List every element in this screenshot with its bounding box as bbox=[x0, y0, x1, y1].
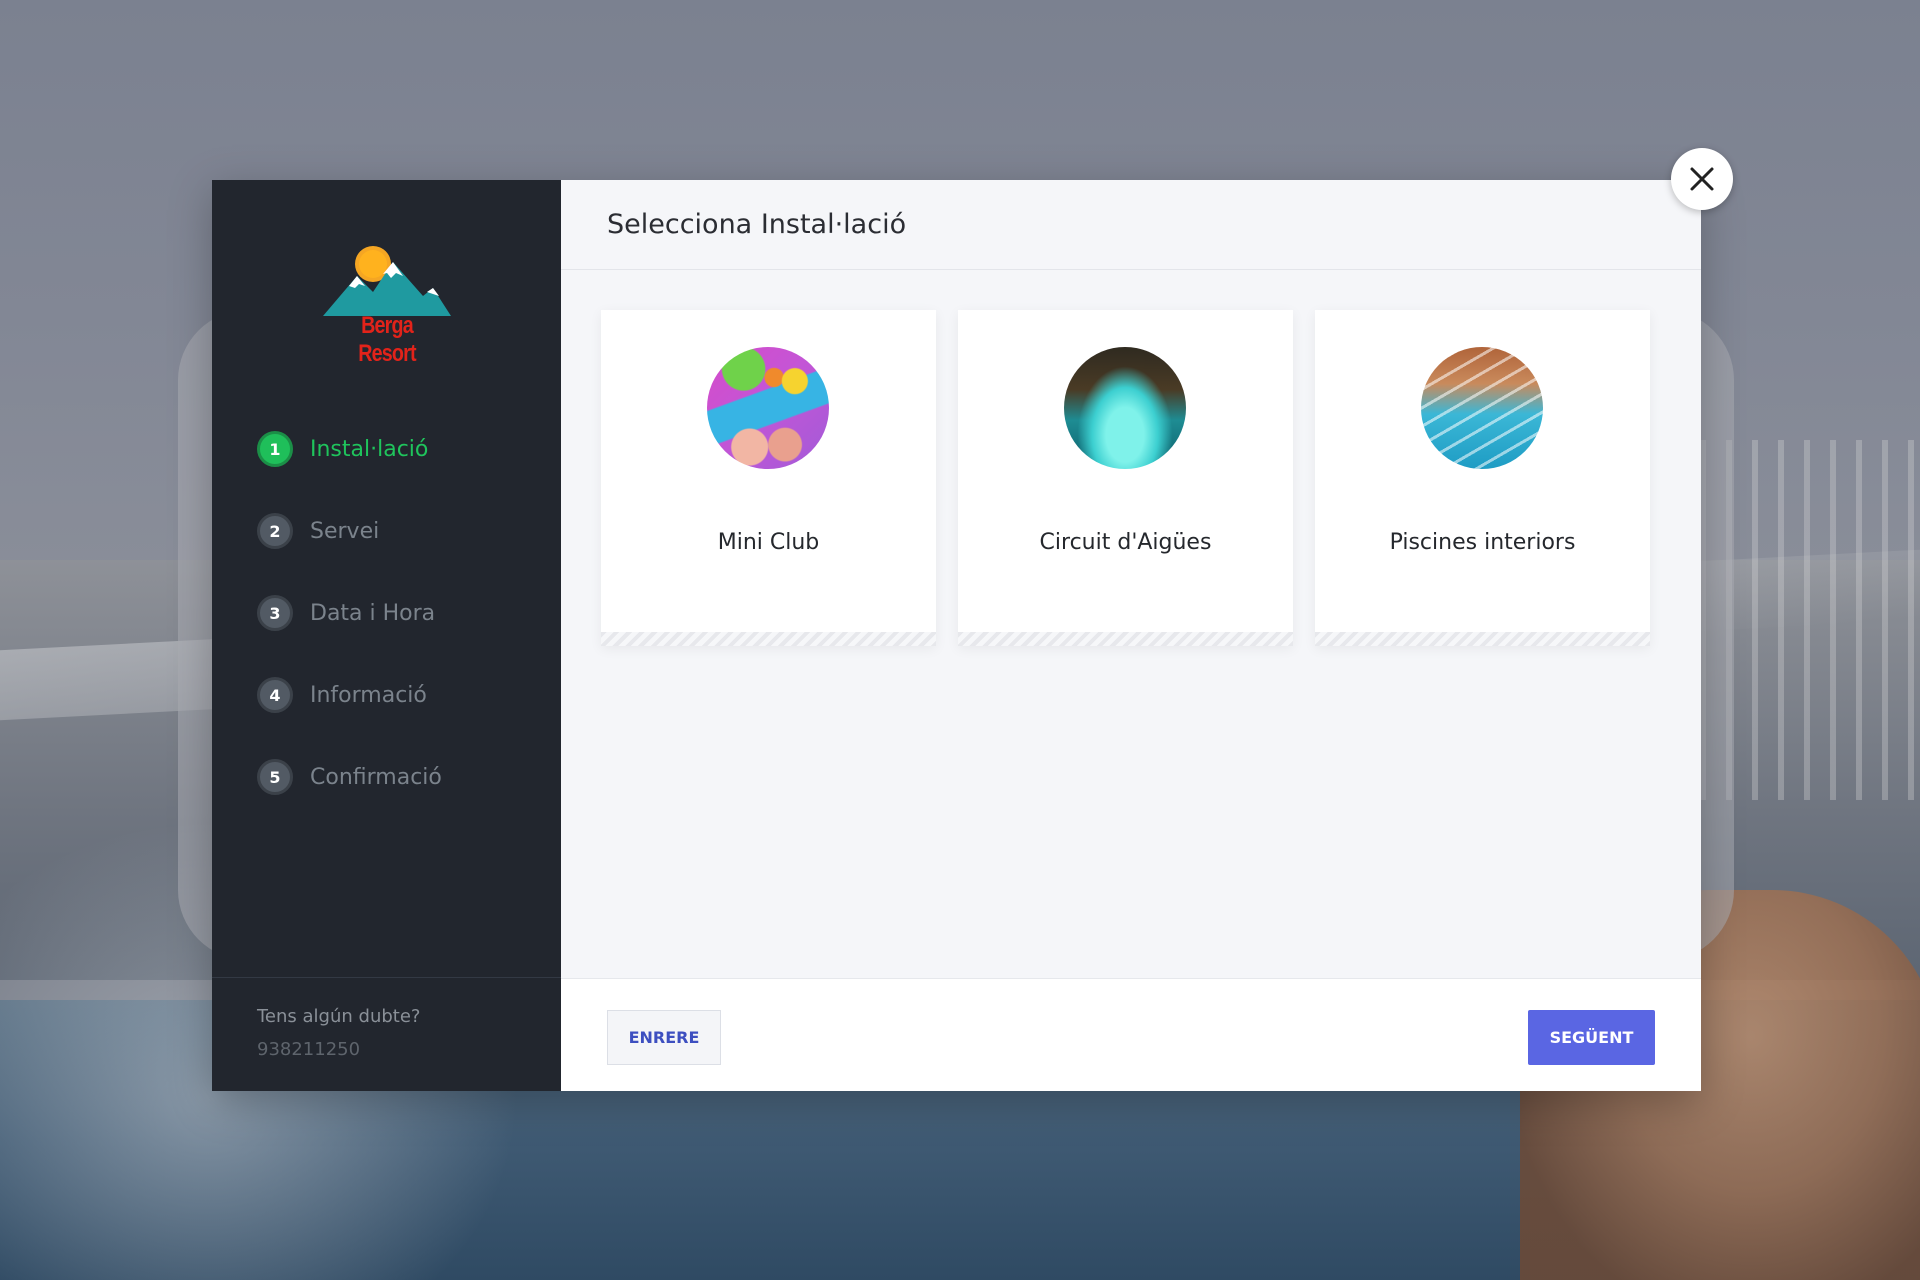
facility-card-mini-club[interactable]: Mini Club bbox=[601, 310, 936, 646]
close-button[interactable] bbox=[1671, 148, 1733, 210]
step-label: Confirmació bbox=[310, 764, 442, 790]
card-stripe-decoration bbox=[601, 632, 936, 646]
facility-list: Mini Club Circuit d'Aigües Piscines inte… bbox=[601, 310, 1650, 646]
brand-logo: Berga Resort bbox=[323, 240, 451, 367]
facility-card-water-circuit[interactable]: Circuit d'Aigües bbox=[958, 310, 1293, 646]
card-stripe-decoration bbox=[1315, 632, 1650, 646]
booking-modal: Berga Resort 1 Instal·lació 2 Servei 3 D… bbox=[212, 180, 1701, 1091]
step-label: Informació bbox=[310, 682, 427, 708]
card-stripe-decoration bbox=[958, 632, 1293, 646]
help-question: Tens algún dubte? bbox=[257, 1006, 421, 1027]
facility-card-indoor-pools[interactable]: Piscines interiors bbox=[1315, 310, 1650, 646]
booking-sidebar: Berga Resort 1 Instal·lació 2 Servei 3 D… bbox=[212, 180, 561, 1091]
step-confirmation[interactable]: 5 Confirmació bbox=[257, 758, 442, 796]
step-label: Instal·lació bbox=[310, 436, 429, 462]
booking-main: Selecciona Instal·lació Mini Club Circui… bbox=[561, 180, 1701, 1091]
back-button[interactable]: ENRERE bbox=[607, 1010, 721, 1065]
step-number: 2 bbox=[257, 513, 293, 549]
wizard-steps: 1 Instal·lació 2 Servei 3 Data i Hora 4 … bbox=[257, 430, 442, 840]
facility-label: Circuit d'Aigües bbox=[1039, 530, 1212, 555]
step-label: Servei bbox=[310, 518, 380, 544]
mountain-sun-logo-icon bbox=[323, 246, 451, 316]
step-date-time[interactable]: 3 Data i Hora bbox=[257, 594, 442, 632]
step-number: 4 bbox=[257, 677, 293, 713]
next-button[interactable]: SEGÜENT bbox=[1528, 1010, 1655, 1065]
step-number: 3 bbox=[257, 595, 293, 631]
indoor-pools-photo bbox=[1421, 347, 1543, 469]
step-installation[interactable]: 1 Instal·lació bbox=[257, 430, 442, 468]
step-service[interactable]: 2 Servei bbox=[257, 512, 442, 550]
page-title: Selecciona Instal·lació bbox=[607, 209, 907, 240]
mini-club-photo bbox=[707, 347, 829, 469]
step-number: 5 bbox=[257, 759, 293, 795]
step-number: 1 bbox=[257, 431, 293, 467]
step-label: Data i Hora bbox=[310, 600, 436, 626]
water-circuit-photo bbox=[1064, 347, 1186, 469]
main-header: Selecciona Instal·lació bbox=[561, 180, 1701, 270]
help-section: Tens algún dubte? 938211250 bbox=[212, 977, 561, 1091]
brand-name: Berga Resort bbox=[358, 312, 416, 367]
modal-footer: ENRERE SEGÜENT bbox=[561, 978, 1701, 1091]
help-phone[interactable]: 938211250 bbox=[257, 1039, 516, 1060]
facility-label: Mini Club bbox=[717, 530, 820, 555]
facility-label: Piscines interiors bbox=[1389, 530, 1576, 555]
close-icon bbox=[1690, 167, 1714, 191]
step-information[interactable]: 4 Informació bbox=[257, 676, 442, 714]
